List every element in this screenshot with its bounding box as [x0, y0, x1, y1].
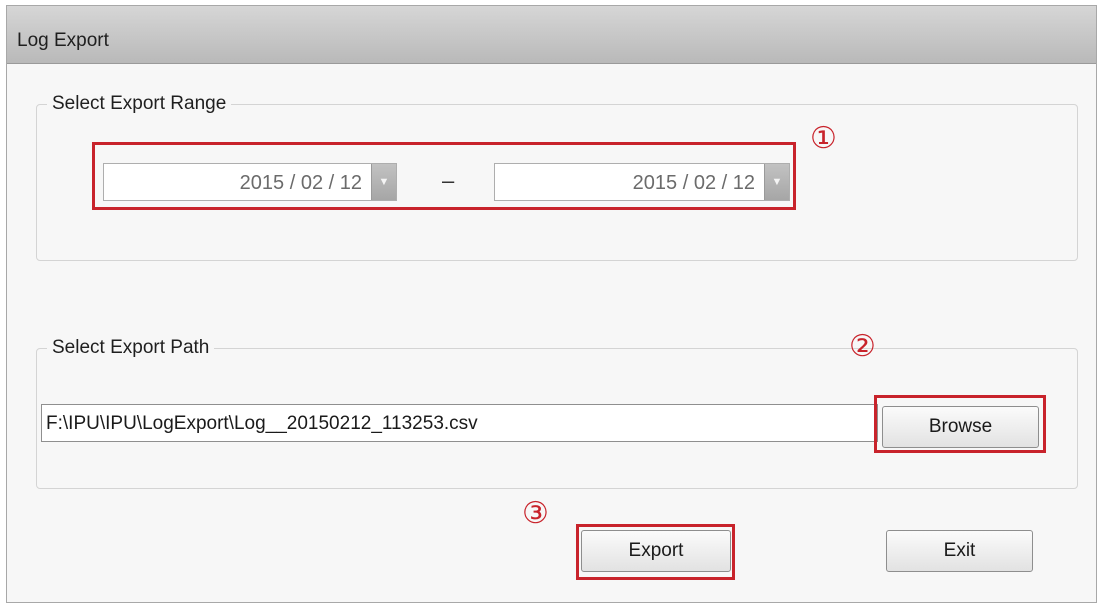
annotation-marker-3: ③ — [522, 496, 549, 531]
exit-button[interactable]: Exit — [886, 530, 1033, 572]
export-path-field[interactable]: F:\IPU\IPU\LogExport\Log__20150212_11325… — [41, 404, 878, 442]
annotation-marker-2: ② — [849, 329, 876, 364]
export-path-legend: Select Export Path — [47, 337, 215, 359]
export-highlight — [576, 524, 735, 580]
export-range-legend: Select Export Range — [47, 93, 232, 115]
browse-highlight — [874, 395, 1046, 453]
annotation-marker-1: ① — [810, 121, 837, 156]
window-title: Log Export — [17, 30, 109, 51]
title-bar: Log Export — [7, 6, 1096, 64]
date-range-highlight — [92, 142, 796, 210]
export-path-value: F:\IPU\IPU\LogExport\Log__20150212_11325… — [46, 413, 478, 434]
log-export-window: Log Export Select Export Range 2015 / 02… — [6, 5, 1097, 603]
